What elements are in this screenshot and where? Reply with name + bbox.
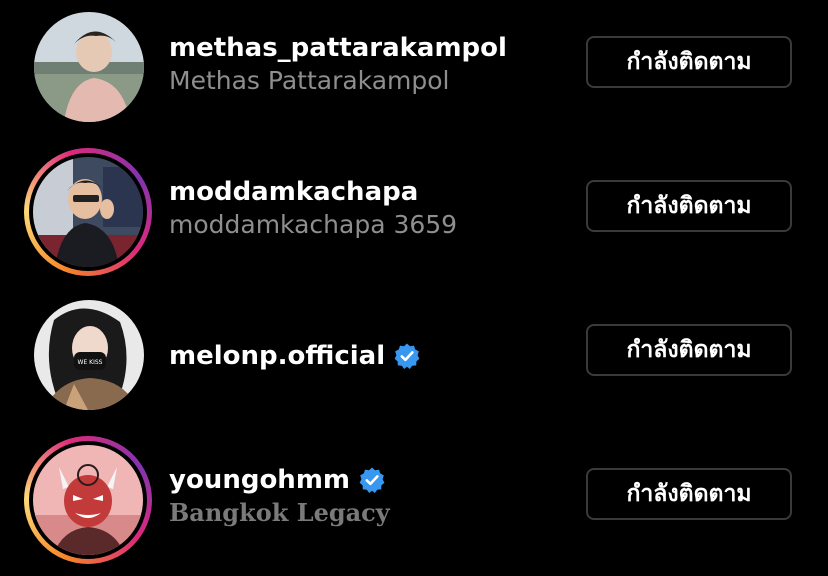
username[interactable]: melonp.official (169, 340, 569, 372)
list-item[interactable]: methas_pattarakampol Methas Pattarakampo… (0, 0, 828, 144)
avatar-story-ring[interactable] (24, 436, 152, 564)
username-text: melonp.official (169, 341, 386, 371)
list-item[interactable]: WE KISS melonp.official กำลังติดตาม (0, 288, 828, 432)
following-button[interactable]: กำลังติดตาม (586, 324, 792, 376)
name-block: youngohmm Bangkok Legacy (169, 464, 569, 530)
username-text: moddamkachapa (169, 177, 419, 207)
avatar[interactable] (24, 4, 152, 132)
following-list: methas_pattarakampol Methas Pattarakampo… (0, 0, 828, 564)
svg-text:WE KISS: WE KISS (78, 359, 103, 366)
full-name: Methas Pattarakampol (169, 66, 450, 95)
following-button[interactable]: กำลังติดตาม (586, 180, 792, 232)
profile-photo (34, 12, 144, 122)
username-text: methas_pattarakampol (169, 33, 507, 63)
profile-photo: WE KISS (34, 300, 144, 410)
username-text: youngohmm (169, 465, 350, 495)
name-block: melonp.official (169, 340, 569, 372)
profile-photo (33, 445, 143, 555)
profile-photo (33, 157, 143, 267)
avatar[interactable]: WE KISS (24, 292, 152, 420)
full-name: moddamkachapa 3659 (169, 210, 458, 239)
name-block: methas_pattarakampol Methas Pattarakampo… (169, 32, 569, 98)
username[interactable]: methas_pattarakampol (169, 32, 569, 64)
avatar-story-ring[interactable] (24, 148, 152, 276)
username[interactable]: youngohmm (169, 464, 569, 496)
username[interactable]: moddamkachapa (169, 176, 569, 208)
full-name: Bangkok Legacy (169, 498, 390, 527)
verified-badge-icon (393, 342, 421, 370)
name-block: moddamkachapa moddamkachapa 3659 (169, 176, 569, 242)
list-item[interactable]: youngohmm Bangkok Legacy กำลังติดตาม (0, 432, 828, 576)
following-button[interactable]: กำลังติดตาม (586, 36, 792, 88)
verified-badge-icon (358, 466, 386, 494)
list-item[interactable]: moddamkachapa moddamkachapa 3659 กำลังติ… (0, 144, 828, 288)
following-button[interactable]: กำลังติดตาม (586, 468, 792, 520)
